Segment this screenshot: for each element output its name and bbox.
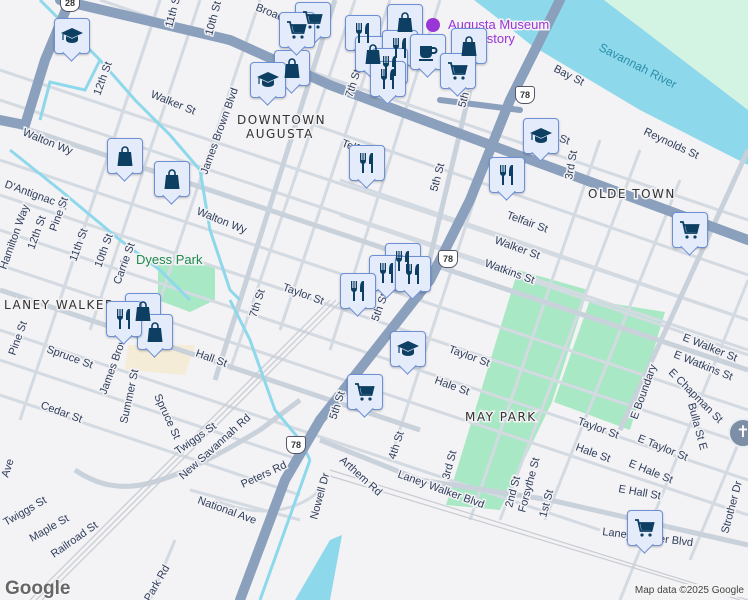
shopping-cart-icon (635, 519, 655, 537)
shopping-cart-icon (287, 21, 307, 39)
restaurant-icon (360, 153, 373, 173)
svg-text:Spruce St: Spruce St (45, 344, 95, 372)
restaurant-icon (351, 281, 364, 301)
svg-text:Walton Wy: Walton Wy (195, 206, 249, 237)
coffee-icon (419, 46, 438, 61)
us-78-shield: 78 (515, 86, 535, 104)
map-marker-school[interactable] (523, 118, 559, 162)
svg-text:Twiggs St: Twiggs St (2, 494, 49, 528)
route-28-shield: 28 (60, 0, 80, 12)
svg-text:12th St: 12th St (92, 60, 115, 97)
svg-text:Cedar St: Cedar St (39, 400, 84, 426)
restaurant-icon (406, 264, 419, 284)
map-marker-shopping-cart[interactable] (440, 53, 476, 97)
neighborhood-label: LANEY WALKER (4, 298, 115, 312)
svg-text:Telfair St: Telfair St (505, 210, 549, 236)
svg-text:7th St: 7th St (247, 288, 267, 319)
map-marker-shopping-cart[interactable] (672, 212, 708, 256)
neighborhood-label: OLDE TOWN (588, 187, 676, 201)
neighborhood-label: AUGUSTA (246, 127, 314, 141)
map-marker-restaurant[interactable] (395, 256, 431, 300)
svg-text:Hale St: Hale St (433, 375, 471, 399)
school-icon (530, 128, 552, 143)
shopping-bag-icon (164, 169, 180, 189)
svg-text:Walker St: Walker St (493, 235, 542, 262)
map-marker-restaurant[interactable] (340, 273, 376, 317)
school-icon (397, 341, 419, 356)
svg-text:Spruce St: Spruce St (151, 392, 182, 441)
us-78-shield: 78 (438, 250, 458, 268)
shopping-bag-icon (284, 58, 300, 78)
shopping-cart-icon (680, 221, 700, 239)
svg-text:Ave: Ave (0, 457, 17, 479)
shopping-bag-icon (117, 146, 133, 166)
restaurant-icon (381, 69, 394, 89)
neighborhood-label: MAY PARK (465, 410, 537, 424)
map-marker-shopping-bag[interactable] (107, 138, 143, 182)
restaurant-icon (380, 263, 393, 283)
svg-text:Taylor St: Taylor St (447, 344, 491, 370)
shopping-cart-icon (355, 383, 375, 401)
shopping-cart-icon (448, 62, 468, 80)
google-logo: Google (5, 578, 71, 599)
svg-text:4th St: 4th St (386, 430, 406, 461)
map-marker-school[interactable] (390, 331, 426, 375)
map-marker-restaurant[interactable] (489, 157, 525, 201)
svg-text:Hamilton Way: Hamilton Way (0, 203, 32, 272)
shopping-bag-icon (461, 36, 477, 56)
svg-text:James Brown Blvd: James Brown Blvd (199, 86, 241, 176)
dyess-park-area (158, 265, 215, 312)
svg-text:E Hall St: E Hall St (617, 483, 661, 502)
svg-text:Park Rd: Park Rd (142, 563, 172, 600)
map-marker-restaurant[interactable] (349, 145, 385, 189)
shopping-bag-icon (397, 12, 413, 32)
us-78-shield: 78 (286, 436, 306, 454)
map-marker-school[interactable] (54, 18, 90, 62)
map-marker-shopping-bag[interactable] (154, 161, 190, 205)
museum-icon[interactable] (426, 18, 440, 32)
shopping-bag-icon (147, 322, 163, 342)
restaurant-icon (117, 309, 130, 329)
school-icon (257, 72, 279, 87)
lower-water (295, 535, 342, 600)
map-marker-shopping-cart[interactable] (627, 510, 663, 554)
school-icon (61, 28, 83, 43)
map-attribution[interactable]: Map data ©2025 Google (630, 584, 748, 597)
svg-text:Summer St: Summer St (118, 368, 141, 424)
restaurant-icon (500, 165, 513, 185)
map-marker-shopping-bag[interactable] (137, 314, 173, 358)
svg-text:Carrie St: Carrie St (112, 241, 138, 286)
svg-text:10th St: 10th St (203, 0, 224, 37)
park-label[interactable]: Dyess Park (135, 251, 205, 269)
map-marker-shopping-cart[interactable] (347, 374, 383, 418)
svg-text:Walker St: Walker St (149, 89, 197, 118)
neighborhood-label: DOWNTOWN (237, 113, 326, 127)
